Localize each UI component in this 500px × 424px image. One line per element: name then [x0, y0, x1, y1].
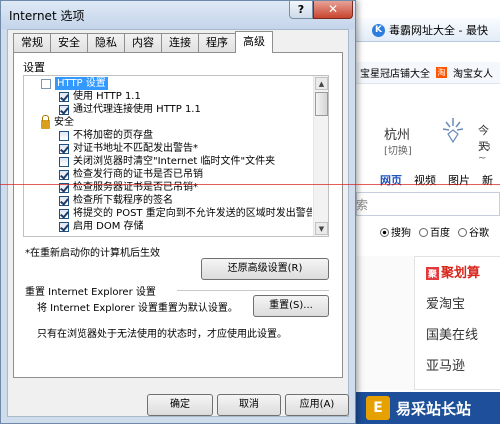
- watermark-text: 易采站长站: [396, 400, 472, 418]
- site-links: 聚聚划算 爱淘宝 国美在线 亚马逊: [426, 262, 480, 374]
- checkbox[interactable]: [59, 104, 69, 115]
- scroll-thumb[interactable]: [315, 92, 328, 116]
- reset-description: 将 Internet Explorer 设置重置为默认设置。: [37, 303, 238, 314]
- tree-row-http[interactable]: HTTP 设置: [41, 77, 108, 90]
- tree-label: 对证书地址不匹配发出警告*: [73, 143, 198, 154]
- link-aitaobao[interactable]: 爱淘宝: [426, 293, 480, 312]
- tree-row-option[interactable]: 检查所下载程序的签名: [59, 194, 173, 207]
- weather-range: 13 ~: [478, 142, 491, 164]
- internet-options-dialog: Internet 选项 ? ✕ 常规 安全 隐私 内容 连接 程序 高级 设置 …: [0, 0, 356, 424]
- settings-list[interactable]: HTTP 设置 使用 HTTP 1.1 通过代理连接使用 HTTP 1.1 安全…: [25, 76, 312, 236]
- side-strip: [356, 256, 414, 390]
- search-input[interactable]: [356, 192, 500, 216]
- link-gome[interactable]: 国美在线: [426, 324, 480, 343]
- radio-icon: [380, 228, 389, 237]
- watermark-logo: E: [366, 396, 390, 420]
- search-category-nav: 网页 视频 图片 新: [380, 172, 493, 188]
- tree-label: 检查所下载程序的签名: [73, 195, 173, 206]
- link-amazon[interactable]: 亚马逊: [426, 355, 480, 374]
- ok-button[interactable]: 确定: [147, 394, 213, 416]
- lock-icon: [41, 114, 50, 129]
- restart-note: *在重新启动你的计算机后生效: [25, 248, 160, 259]
- cancel-button[interactable]: 取消: [217, 394, 281, 416]
- nav-news[interactable]: 新: [482, 172, 493, 188]
- nav-video[interactable]: 视频: [414, 172, 436, 188]
- checkbox[interactable]: [59, 169, 69, 180]
- settings-label: 设置: [23, 61, 45, 74]
- tree-label: 安全: [54, 117, 74, 128]
- tab-content[interactable]: 内容: [124, 33, 162, 53]
- engine-sogou[interactable]: 搜狗: [380, 224, 411, 239]
- tree-row-option[interactable]: 对证书地址不匹配发出警告*: [59, 142, 198, 155]
- tree-label: 检查发行商的证书是否已吊销: [73, 169, 203, 180]
- tab-advanced[interactable]: 高级: [235, 31, 273, 53]
- checkbox[interactable]: [59, 91, 69, 102]
- unusable-note: 只有在浏览器处于无法使用的状态时，才应使用此设置。: [37, 329, 287, 340]
- checkbox[interactable]: [59, 195, 69, 206]
- checkbox[interactable]: [59, 143, 69, 154]
- favorite-item[interactable]: 淘宝女人: [453, 65, 493, 80]
- checkbox[interactable]: [59, 156, 69, 167]
- browser-tab-title: 毒霸网址大全 - 最快: [389, 24, 488, 37]
- favorites-bar: 宝星冠店铺大全 淘 淘宝女人: [356, 62, 500, 84]
- radio-icon: [419, 228, 428, 237]
- reset-group-divider: [177, 290, 329, 291]
- tree-row-option[interactable]: 使用 HTTP 1.1: [59, 90, 141, 103]
- tree-label: 启用 DOM 存储: [73, 221, 144, 232]
- tree-row-option[interactable]: 检查发行商的证书是否已吊销: [59, 168, 203, 181]
- tree-row-security[interactable]: 安全: [41, 114, 74, 129]
- tree-row-option[interactable]: 将提交的 POST 重定向到不允许发送的区域时发出警告: [59, 207, 312, 220]
- tree-row-option[interactable]: 通过代理连接使用 HTTP 1.1: [59, 103, 201, 116]
- radio-icon: [458, 228, 467, 237]
- dialog-title: Internet 选项: [9, 9, 85, 23]
- city-switch-link[interactable]: [切换]: [384, 142, 412, 157]
- weather-icon: [442, 118, 464, 144]
- tree-row-option[interactable]: 关闭浏览器时清空"Internet 临时文件"文件夹: [59, 155, 275, 168]
- checkbox[interactable]: [59, 130, 69, 141]
- nav-web[interactable]: 网页: [380, 172, 402, 188]
- checkbox[interactable]: [59, 221, 69, 232]
- search-label: 索: [356, 198, 369, 212]
- tree-row-option[interactable]: 不将加密的页存盘: [59, 129, 153, 142]
- apply-button[interactable]: 应用(A): [285, 394, 349, 416]
- tree-row-option[interactable]: 启用 DOM 存储: [59, 220, 144, 233]
- favorite-item[interactable]: 宝星冠店铺大全: [360, 65, 430, 80]
- reset-button[interactable]: 重置(S)...: [253, 295, 329, 317]
- tree-row-option[interactable]: 检查服务器证书是否已吊销*: [59, 181, 198, 194]
- tab-programs[interactable]: 程序: [198, 33, 236, 53]
- tree-label: HTTP 设置: [55, 77, 108, 90]
- tab-connections[interactable]: 连接: [161, 33, 199, 53]
- restore-advanced-button[interactable]: 还原高级设置(R): [201, 258, 329, 280]
- tree-label: 检查服务器证书是否已吊销*: [73, 182, 198, 193]
- tree-label: 不将加密的页存盘: [73, 130, 153, 141]
- browser-tab[interactable]: K 毒霸网址大全 - 最快: [372, 20, 488, 40]
- checkbox[interactable]: [59, 208, 69, 219]
- tab-security[interactable]: 安全: [50, 33, 88, 53]
- tree-label: 使用 HTTP 1.1: [73, 91, 141, 102]
- annotation-line: [0, 184, 500, 185]
- reset-group-title: 重置 Internet Explorer 设置: [25, 287, 156, 298]
- tree-label: 通过代理连接使用 HTTP 1.1: [73, 104, 201, 115]
- engine-baidu[interactable]: 百度: [419, 224, 450, 239]
- scroll-up-arrow-icon[interactable]: ▲: [315, 77, 328, 90]
- close-button[interactable]: ✕: [313, 1, 353, 19]
- help-button[interactable]: ?: [289, 1, 313, 19]
- tab-privacy[interactable]: 隐私: [87, 33, 125, 53]
- nav-images[interactable]: 图片: [448, 172, 470, 188]
- folder-icon: [41, 78, 51, 89]
- tab-general[interactable]: 常规: [13, 33, 51, 53]
- engine-google[interactable]: 谷歌: [458, 224, 489, 239]
- link-juhuasuan[interactable]: 聚聚划算: [426, 262, 480, 281]
- weather-city: 杭州: [384, 128, 411, 143]
- hot-badge: 聚: [426, 267, 440, 280]
- vertical-scrollbar[interactable]: ▲ ▼: [313, 76, 328, 236]
- engine-options: 搜狗 百度 谷歌: [380, 224, 489, 239]
- duba-icon: K: [372, 23, 385, 37]
- scroll-down-arrow-icon[interactable]: ▼: [315, 222, 328, 235]
- tree-label: 关闭浏览器时清空"Internet 临时文件"文件夹: [73, 156, 276, 167]
- settings-tree: HTTP 设置 使用 HTTP 1.1 通过代理连接使用 HTTP 1.1 安全…: [23, 75, 329, 237]
- options-tabs: 常规 安全 隐私 内容 连接 程序 高级: [13, 31, 273, 53]
- tree-label: 将提交的 POST 重定向到不允许发送的区域时发出警告: [73, 208, 312, 219]
- taobao-icon: 淘: [436, 67, 447, 78]
